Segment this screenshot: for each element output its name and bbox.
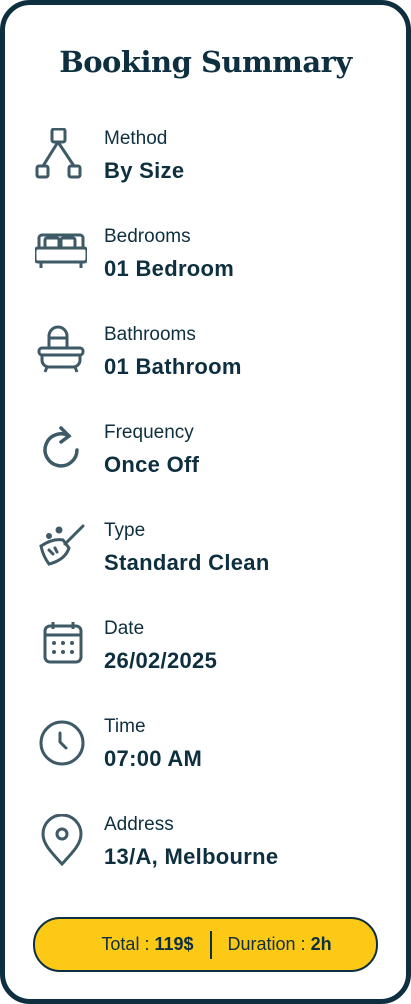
item-label: Bathrooms — [104, 324, 196, 345]
item-label: Time — [104, 716, 146, 737]
total-value: 119$ — [154, 934, 194, 954]
summary-item-bedrooms: Bedrooms 01 Bedroom — [5, 226, 406, 306]
location-pin-icon — [35, 813, 87, 867]
summary-item-date: Date 26/02/2025 — [5, 618, 406, 698]
item-label: Bedrooms — [104, 226, 191, 247]
summary-item-address: Address 13/A, Melbourne — [5, 813, 406, 894]
item-value: Once Off — [104, 452, 200, 477]
hierarchy-icon — [35, 127, 87, 180]
summary-item-bathrooms: Bathrooms 01 Bathroom — [5, 324, 406, 404]
item-value: 01 Bedroom — [104, 256, 235, 281]
refresh-icon — [35, 422, 87, 474]
item-label: Type — [104, 520, 146, 541]
summary-item-type: Type Standard Clean — [5, 520, 406, 600]
bed-icon — [33, 226, 89, 278]
item-label: Address — [104, 814, 174, 835]
booking-summary-card: Booking Summary Method By Size Bedrooms … — [0, 0, 411, 1004]
item-value: By Size — [104, 158, 185, 183]
item-value: Standard Clean — [104, 550, 270, 575]
summary-item-method: Method By Size — [5, 127, 406, 208]
divider — [209, 930, 212, 959]
broom-icon — [35, 520, 87, 572]
bathtub-icon — [35, 324, 87, 376]
duration-label: Duration : — [227, 934, 311, 954]
total-duration-bar: Total : 119$ Duration : 2h — [33, 917, 378, 972]
item-label: Frequency — [104, 422, 194, 443]
summary-item-frequency: Frequency Once Off — [5, 422, 406, 502]
duration-value: 2h — [310, 934, 332, 954]
item-value: 01 Bathroom — [104, 354, 242, 379]
calendar-icon — [35, 618, 87, 670]
total-label: Total : — [101, 934, 155, 954]
item-value: 13/A, Melbourne — [104, 844, 279, 869]
item-label: Method — [104, 128, 168, 149]
item-label: Date — [104, 618, 145, 639]
item-value: 07:00 AM — [104, 746, 203, 771]
clock-icon — [35, 716, 87, 768]
item-value: 26/02/2025 — [104, 648, 218, 673]
summary-item-time: Time 07:00 AM — [5, 716, 406, 796]
page-title: Booking Summary — [59, 45, 352, 79]
